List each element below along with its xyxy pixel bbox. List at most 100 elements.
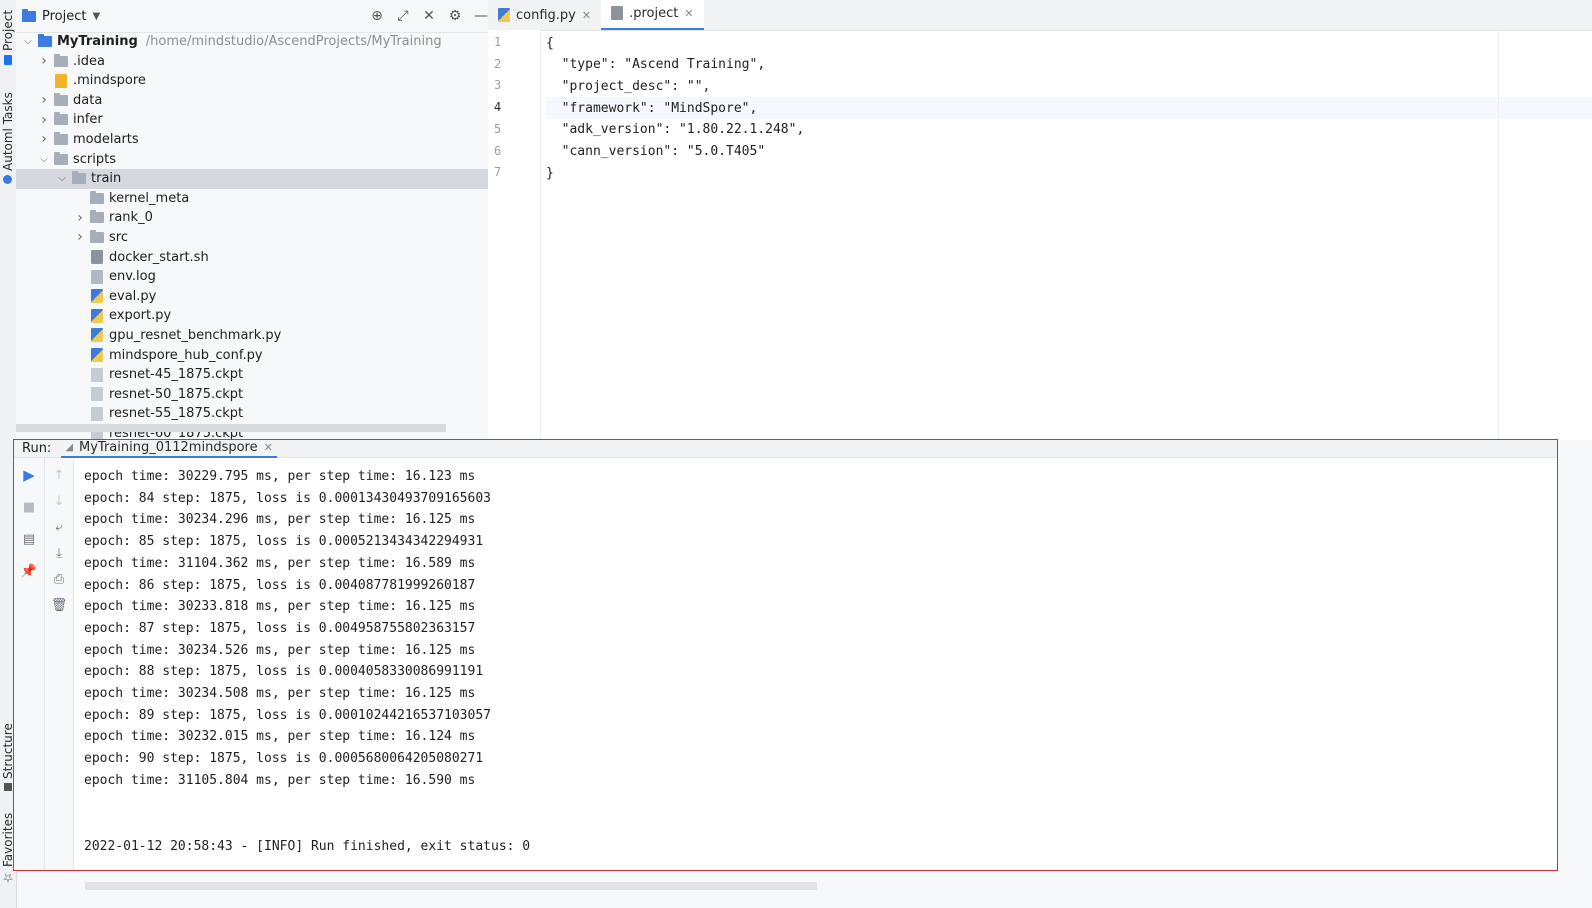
tree-item[interactable]: ⌵ scripts	[16, 149, 495, 169]
layout-icon[interactable]: ▤	[14, 528, 44, 550]
run-panel: Run: ◢ MyTraining_0112mindspore ✕ ▶ ■ ▤ …	[13, 439, 1558, 871]
gear-icon[interactable]: ⚙	[447, 8, 463, 24]
folder-icon	[54, 112, 68, 126]
tree-item[interactable]: eval.py	[16, 286, 495, 306]
console-horizontal-scrollbar[interactable]	[85, 882, 817, 890]
tree-item[interactable]: docker_start.sh	[16, 247, 495, 267]
tree-item-label: kernel_meta	[109, 190, 190, 206]
line-number: 5	[494, 121, 502, 136]
code-line[interactable]: {	[546, 32, 1592, 54]
chevron-open-icon[interactable]: ⌵	[56, 173, 68, 184]
run-toolbar-secondary: ↑ ↓ ⤶ ⤓ ⎙ 🗑	[45, 458, 74, 870]
chevron-right-icon[interactable]: ›	[74, 229, 86, 245]
chevron-open-icon[interactable]: ⌵	[22, 36, 34, 47]
line-number: 6	[494, 143, 502, 158]
project-tool-icon	[4, 54, 12, 65]
tree-item[interactable]: › modelarts	[16, 129, 495, 149]
code-line[interactable]: }	[546, 162, 1592, 184]
chevron-open-icon[interactable]: ⌵	[38, 154, 50, 165]
code-line[interactable]: "project_desc": "",	[546, 75, 1592, 97]
close-icon[interactable]: ✕	[684, 7, 693, 20]
tree-item[interactable]: › rank_0	[16, 208, 495, 228]
run-config-tab[interactable]: ◢ MyTraining_0112mindspore ✕	[61, 439, 277, 458]
py-file-icon	[91, 328, 103, 343]
tree-item[interactable]: › .idea	[16, 51, 495, 71]
tree-item[interactable]: gpu_resnet_benchmark.py	[16, 325, 495, 345]
tree-item[interactable]: › data	[16, 90, 495, 110]
rerun-play-icon[interactable]: ▶	[14, 464, 44, 486]
editor: config.py ✕ .project ✕ 1 2 3 4 5 6 7 { "type":…	[488, 0, 1592, 440]
run-tabbar: Run: ◢ MyTraining_0112mindspore ✕	[14, 440, 1557, 458]
folder-icon	[54, 92, 68, 106]
tab-label: config.py	[516, 7, 576, 23]
tree-item[interactable]: resnet-55_1875.ckpt	[16, 404, 495, 424]
close-icon[interactable]: ✕	[264, 441, 273, 454]
hide-icon[interactable]: —	[473, 8, 489, 24]
expand-all-icon[interactable]: ⤢	[395, 8, 411, 24]
ckpt-file-icon	[91, 367, 103, 382]
folder-icon	[90, 229, 104, 243]
console-line: epoch time: 31104.362 ms, per step time:…	[84, 555, 476, 571]
automl-tasks-tab[interactable]: Automl Tasks	[0, 88, 16, 188]
mindspore-icon: ◢	[65, 442, 74, 453]
folder-icon	[54, 131, 68, 145]
tree-item-label: env.log	[109, 269, 156, 285]
trash-icon[interactable]: 🗑	[45, 594, 73, 616]
console-output[interactable]: epoch time: 30229.795 ms, per step time:…	[84, 458, 1557, 870]
folder-icon	[54, 151, 68, 165]
tree-root[interactable]: ⌵ MyTraining /home/mindstudio/AscendProj…	[16, 31, 495, 51]
tree-item[interactable]: resnet-50_1875.ckpt	[16, 384, 495, 404]
scroll-to-end-icon[interactable]: ⤓	[45, 542, 73, 564]
chevron-right-icon[interactable]: ›	[74, 210, 86, 226]
locate-icon[interactable]: ⊕	[369, 8, 385, 24]
tab-project[interactable]: .project ✕	[601, 0, 704, 30]
chevron-right-icon[interactable]: ›	[38, 131, 50, 147]
folder-icon	[72, 171, 86, 185]
tree-item-label: rank_0	[109, 210, 153, 226]
tree-item[interactable]: › infer	[16, 110, 495, 130]
tree-item-label: infer	[73, 112, 103, 128]
chevron-right-icon[interactable]: ›	[38, 92, 50, 108]
soft-wrap-icon[interactable]: ⤶	[45, 516, 73, 538]
project-view-selector[interactable]: Project ▼	[22, 8, 100, 24]
tree-item-label: resnet-45_1875.ckpt	[109, 367, 244, 383]
structure-icon	[4, 782, 12, 791]
chevron-right-icon[interactable]: ›	[38, 53, 50, 69]
tree-item-label: data	[73, 92, 103, 108]
console-line: epoch time: 30234.526 ms, per step time:…	[84, 642, 476, 658]
tree-item[interactable]: resnet-45_1875.ckpt	[16, 365, 495, 385]
stop-icon[interactable]: ■	[14, 496, 44, 518]
console-line: epoch: 84 step: 1875, loss is 0.00013430…	[84, 490, 491, 506]
py-file-icon	[91, 348, 103, 362]
tab-config-py[interactable]: config.py ✕	[488, 0, 601, 30]
tree-item-label: mindspore_hub_conf.py	[109, 347, 263, 363]
tree-item[interactable]: kernel_meta	[16, 188, 495, 208]
file-file-icon	[91, 269, 103, 284]
code-line[interactable]: "cann_version": "5.0.T405"	[546, 141, 1592, 163]
ckpt-file-icon	[91, 387, 103, 402]
code-area[interactable]: { "type": "Ascend Training", "project_de…	[546, 30, 1592, 440]
pin-icon[interactable]: 📌	[14, 560, 44, 582]
collapse-all-icon[interactable]: ✕	[421, 8, 437, 24]
arrow-down-icon[interactable]: ↓	[45, 490, 73, 512]
code-line[interactable]: "type": "Ascend Training",	[546, 54, 1592, 76]
code-line[interactable]: "adk_version": "1.80.22.1.248",	[546, 119, 1592, 141]
print-icon[interactable]: ⎙	[45, 568, 73, 590]
close-icon[interactable]: ✕	[582, 9, 591, 22]
code-line[interactable]: "framework": "MindSpore",	[546, 97, 1592, 120]
tree-item[interactable]: › src	[16, 227, 495, 247]
console-line: epoch: 90 step: 1875, loss is 0.00056800…	[84, 751, 484, 767]
project-tool-tab[interactable]: Project	[0, 4, 16, 70]
line-number: 2	[494, 56, 502, 71]
tree-item[interactable]: export.py	[16, 306, 495, 326]
arrow-up-icon[interactable]: ↑	[45, 464, 73, 486]
tree-item[interactable]: .mindspore	[16, 71, 495, 91]
tree-horizontal-scrollbar[interactable]	[16, 424, 446, 432]
tree-item-label: eval.py	[109, 288, 157, 304]
tree-item[interactable]: ⌵ train	[16, 168, 495, 189]
root-name: MyTraining	[57, 33, 138, 49]
root-path: /home/mindstudio/AscendProjects/MyTraini…	[145, 33, 442, 49]
chevron-right-icon[interactable]: ›	[38, 112, 50, 128]
tree-item[interactable]: mindspore_hub_conf.py	[16, 345, 495, 365]
tree-item[interactable]: env.log	[16, 267, 495, 287]
